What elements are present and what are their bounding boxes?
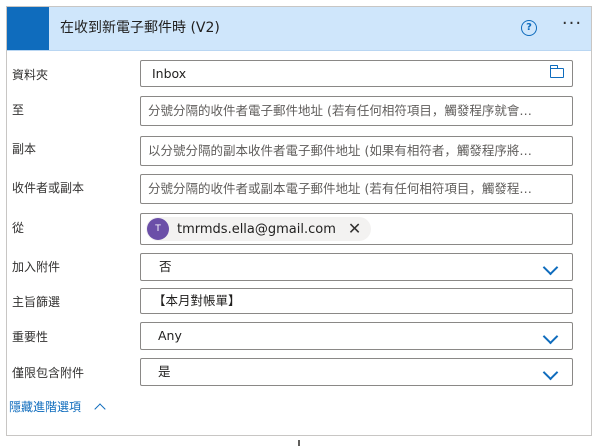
only-with-attachments-dropdown[interactable]: 是 <box>140 358 573 386</box>
connector-icon <box>7 7 49 50</box>
remove-icon[interactable]: ✕ <box>348 221 361 237</box>
chevron-down-icon <box>542 328 559 345</box>
folder-value: Inbox <box>152 66 187 81</box>
importance-value: Any <box>158 328 182 343</box>
subject-filter-label: 主旨篩選 <box>12 295 61 309</box>
include-attachments-dropdown[interactable]: 否 <box>140 253 573 281</box>
from-field[interactable]: T tmrmds.ella@gmail.com ✕ <box>140 213 573 245</box>
cc-field[interactable]: 以分號分隔的副本收件者電子郵件地址 (如果有相符者，觸發程序將… <box>140 136 573 166</box>
cc-placeholder: 以分號分隔的副本收件者電子郵件地址 (如果有相符者，觸發程序將… <box>148 143 532 158</box>
connector-line <box>298 440 300 446</box>
only-with-attachments-label: 僅限包含附件 <box>12 366 85 380</box>
include-attachments-label: 加入附件 <box>12 260 61 274</box>
to-field[interactable]: 分號分隔的收件者電子郵件地址 (若有任何相符項目，觸發程序就會… <box>140 96 573 126</box>
card-header[interactable]: 在收到新電子郵件時 (V2) ? ··· <box>7 7 591 51</box>
importance-dropdown[interactable]: Any <box>140 322 573 350</box>
from-label: 從 <box>12 221 25 235</box>
from-email: tmrmds.ella@gmail.com <box>177 221 336 237</box>
to-or-cc-placeholder: 分號分隔的收件者或副本電子郵件地址 (若有任何相符項目，觸發程… <box>148 181 532 196</box>
to-label: 至 <box>12 103 25 117</box>
to-placeholder: 分號分隔的收件者電子郵件地址 (若有任何相符項目，觸發程序就會… <box>148 103 532 118</box>
from-email-token: T tmrmds.ella@gmail.com ✕ <box>146 217 372 241</box>
card-title: 在收到新電子郵件時 (V2) <box>60 20 220 36</box>
only-with-attachments-value: 是 <box>158 364 171 379</box>
folder-label: 資料夾 <box>12 68 49 82</box>
subject-filter-value: 【本月對帳單】 <box>153 293 241 308</box>
to-or-cc-label: 收件者或副本 <box>12 181 85 195</box>
chevron-down-icon <box>542 364 559 381</box>
hide-advanced-options-link[interactable]: 隱藏進階選項 <box>9 398 81 415</box>
more-options-icon[interactable]: ··· <box>560 15 584 39</box>
folder-icon[interactable] <box>549 65 564 78</box>
cc-label: 副本 <box>12 142 37 156</box>
folder-field[interactable]: Inbox <box>140 60 573 87</box>
subject-filter-field[interactable]: 【本月對帳單】 <box>140 288 573 314</box>
avatar: T <box>147 218 169 240</box>
include-attachments-value: 否 <box>159 259 172 274</box>
importance-label: 重要性 <box>12 330 49 344</box>
chevron-down-icon <box>542 259 559 276</box>
to-or-cc-field[interactable]: 分號分隔的收件者或副本電子郵件地址 (若有任何相符項目，觸發程… <box>140 174 573 204</box>
help-icon[interactable]: ? <box>521 20 537 36</box>
